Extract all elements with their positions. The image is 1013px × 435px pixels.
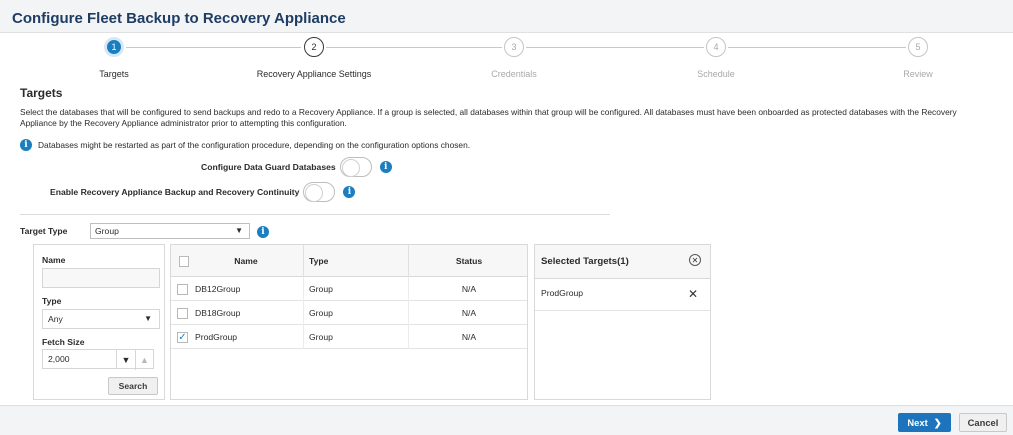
info-icon[interactable]: i bbox=[343, 186, 356, 198]
section-title: Targets bbox=[20, 86, 63, 100]
selected-targets-panel: Selected Targets(1) ✕ ProdGroup ✕ bbox=[534, 244, 711, 400]
next-label: Next bbox=[907, 417, 928, 428]
step-2-recovery-appliance-settings[interactable]: 2 bbox=[304, 37, 324, 57]
row-status: N/A bbox=[461, 332, 477, 342]
train-connector bbox=[126, 47, 301, 48]
row-name: DB18Group bbox=[195, 308, 241, 318]
caret-down-icon: ▼ bbox=[235, 226, 243, 235]
target-type-value: Group bbox=[95, 226, 119, 236]
step-1-targets[interactable]: 1 bbox=[104, 37, 124, 57]
page-title: Configure Fleet Backup to Recovery Appli… bbox=[12, 10, 346, 27]
row-name: DB12Group bbox=[195, 284, 241, 294]
title-bar: Configure Fleet Backup to Recovery Appli… bbox=[0, 0, 1013, 33]
caret-down-icon: ▼ bbox=[144, 314, 152, 323]
train-connector bbox=[728, 47, 906, 48]
name-cell: DB18Group bbox=[171, 301, 304, 325]
train-connector bbox=[526, 47, 704, 48]
chevron-right-icon: ❯ bbox=[933, 416, 942, 428]
row-name: ProdGroup bbox=[195, 332, 238, 342]
remove-icon[interactable]: ✕ bbox=[688, 287, 698, 301]
step-4-schedule: 4 bbox=[706, 37, 726, 57]
footer-bar: Next ❯ Cancel bbox=[0, 405, 1013, 435]
name-filter-label: Name bbox=[42, 255, 66, 265]
column-header-type[interactable]: Type bbox=[304, 245, 409, 277]
step-label: Review bbox=[903, 69, 933, 79]
row-type: Group bbox=[304, 301, 409, 325]
step-label: Recovery Appliance Settings bbox=[256, 69, 372, 79]
continuity-toggle-row: Enable Recovery Appliance Backup and Rec… bbox=[50, 182, 356, 202]
name-cell: DB12Group bbox=[171, 277, 304, 301]
table-row[interactable]: DB18Group Group N/A bbox=[171, 301, 527, 325]
step-3-credentials: 3 bbox=[504, 37, 524, 57]
divider bbox=[20, 214, 610, 215]
row-checkbox-checked[interactable]: ✓ bbox=[177, 331, 188, 343]
targets-table: Name Type Status DB12Group Group N/A DB1… bbox=[170, 244, 528, 400]
target-type-select[interactable]: Group ▼ bbox=[90, 223, 250, 239]
row-status: N/A bbox=[461, 284, 477, 294]
type-filter-value: Any bbox=[48, 314, 63, 324]
name-cell: ✓ ProdGroup bbox=[171, 325, 304, 349]
selected-targets-header: Selected Targets(1) ✕ bbox=[535, 245, 710, 279]
clear-all-icon[interactable]: ✕ bbox=[689, 254, 701, 266]
continuity-switch[interactable] bbox=[303, 182, 336, 202]
filter-panel: Name Type Any ▼ Fetch Size 2,000 ▼ ▲ Sea… bbox=[33, 244, 165, 400]
selected-target-name: ProdGroup bbox=[541, 288, 584, 298]
name-filter-input[interactable] bbox=[42, 268, 160, 288]
row-checkbox[interactable] bbox=[177, 307, 188, 319]
row-checkbox[interactable] bbox=[177, 283, 188, 295]
fetch-size-label: Fetch Size bbox=[42, 337, 85, 347]
info-icon[interactable]: i bbox=[379, 161, 392, 173]
column-header-status[interactable]: Status bbox=[409, 245, 529, 277]
info-icon[interactable]: i bbox=[257, 226, 269, 238]
select-all-cell bbox=[171, 245, 189, 277]
chevron-down-icon[interactable]: ▼ bbox=[117, 350, 135, 370]
description-text: Select the databases that will be config… bbox=[20, 107, 957, 128]
table-row[interactable]: DB12Group Group N/A bbox=[171, 277, 527, 301]
step-label: Credentials bbox=[491, 69, 537, 79]
data-guard-toggle-row: Configure Data Guard Databases i bbox=[201, 157, 392, 177]
train-connector bbox=[326, 47, 502, 48]
next-button[interactable]: Next ❯ bbox=[898, 413, 951, 432]
table-row[interactable]: ✓ ProdGroup Group N/A bbox=[171, 325, 527, 349]
restart-note: i Databases might be restarted as part o… bbox=[20, 139, 470, 151]
toggle-label: Enable Recovery Appliance Backup and Rec… bbox=[50, 187, 300, 197]
step-5-review: 5 bbox=[908, 37, 928, 57]
cancel-button[interactable]: Cancel bbox=[959, 413, 1007, 432]
chevron-up-icon[interactable]: ▲ bbox=[135, 350, 153, 370]
search-button[interactable]: Search bbox=[108, 377, 158, 395]
type-filter-label: Type bbox=[42, 296, 62, 306]
info-icon: i bbox=[20, 139, 32, 151]
table-header: Name Type Status bbox=[171, 245, 527, 277]
target-type-label: Target Type bbox=[20, 226, 68, 236]
note-text: Databases might be restarted as part of … bbox=[38, 140, 471, 150]
fetch-size-stepper: ▼ ▲ bbox=[116, 349, 154, 370]
step-label: Targets bbox=[99, 69, 129, 79]
select-all-checkbox[interactable] bbox=[179, 255, 189, 267]
toggle-label: Configure Data Guard Databases bbox=[201, 162, 336, 172]
row-status: N/A bbox=[461, 308, 477, 318]
row-type: Group bbox=[304, 325, 409, 349]
selected-targets-title: Selected Targets(1) bbox=[541, 256, 629, 267]
row-type: Group bbox=[304, 277, 409, 301]
column-header-name[interactable]: Name bbox=[189, 245, 304, 277]
type-filter-select[interactable]: Any ▼ bbox=[42, 309, 160, 329]
selected-target-item: ProdGroup ✕ bbox=[535, 279, 710, 311]
data-guard-switch[interactable] bbox=[339, 157, 372, 177]
step-label: Schedule bbox=[697, 69, 735, 79]
fetch-size-value: 2,000 bbox=[48, 354, 70, 364]
